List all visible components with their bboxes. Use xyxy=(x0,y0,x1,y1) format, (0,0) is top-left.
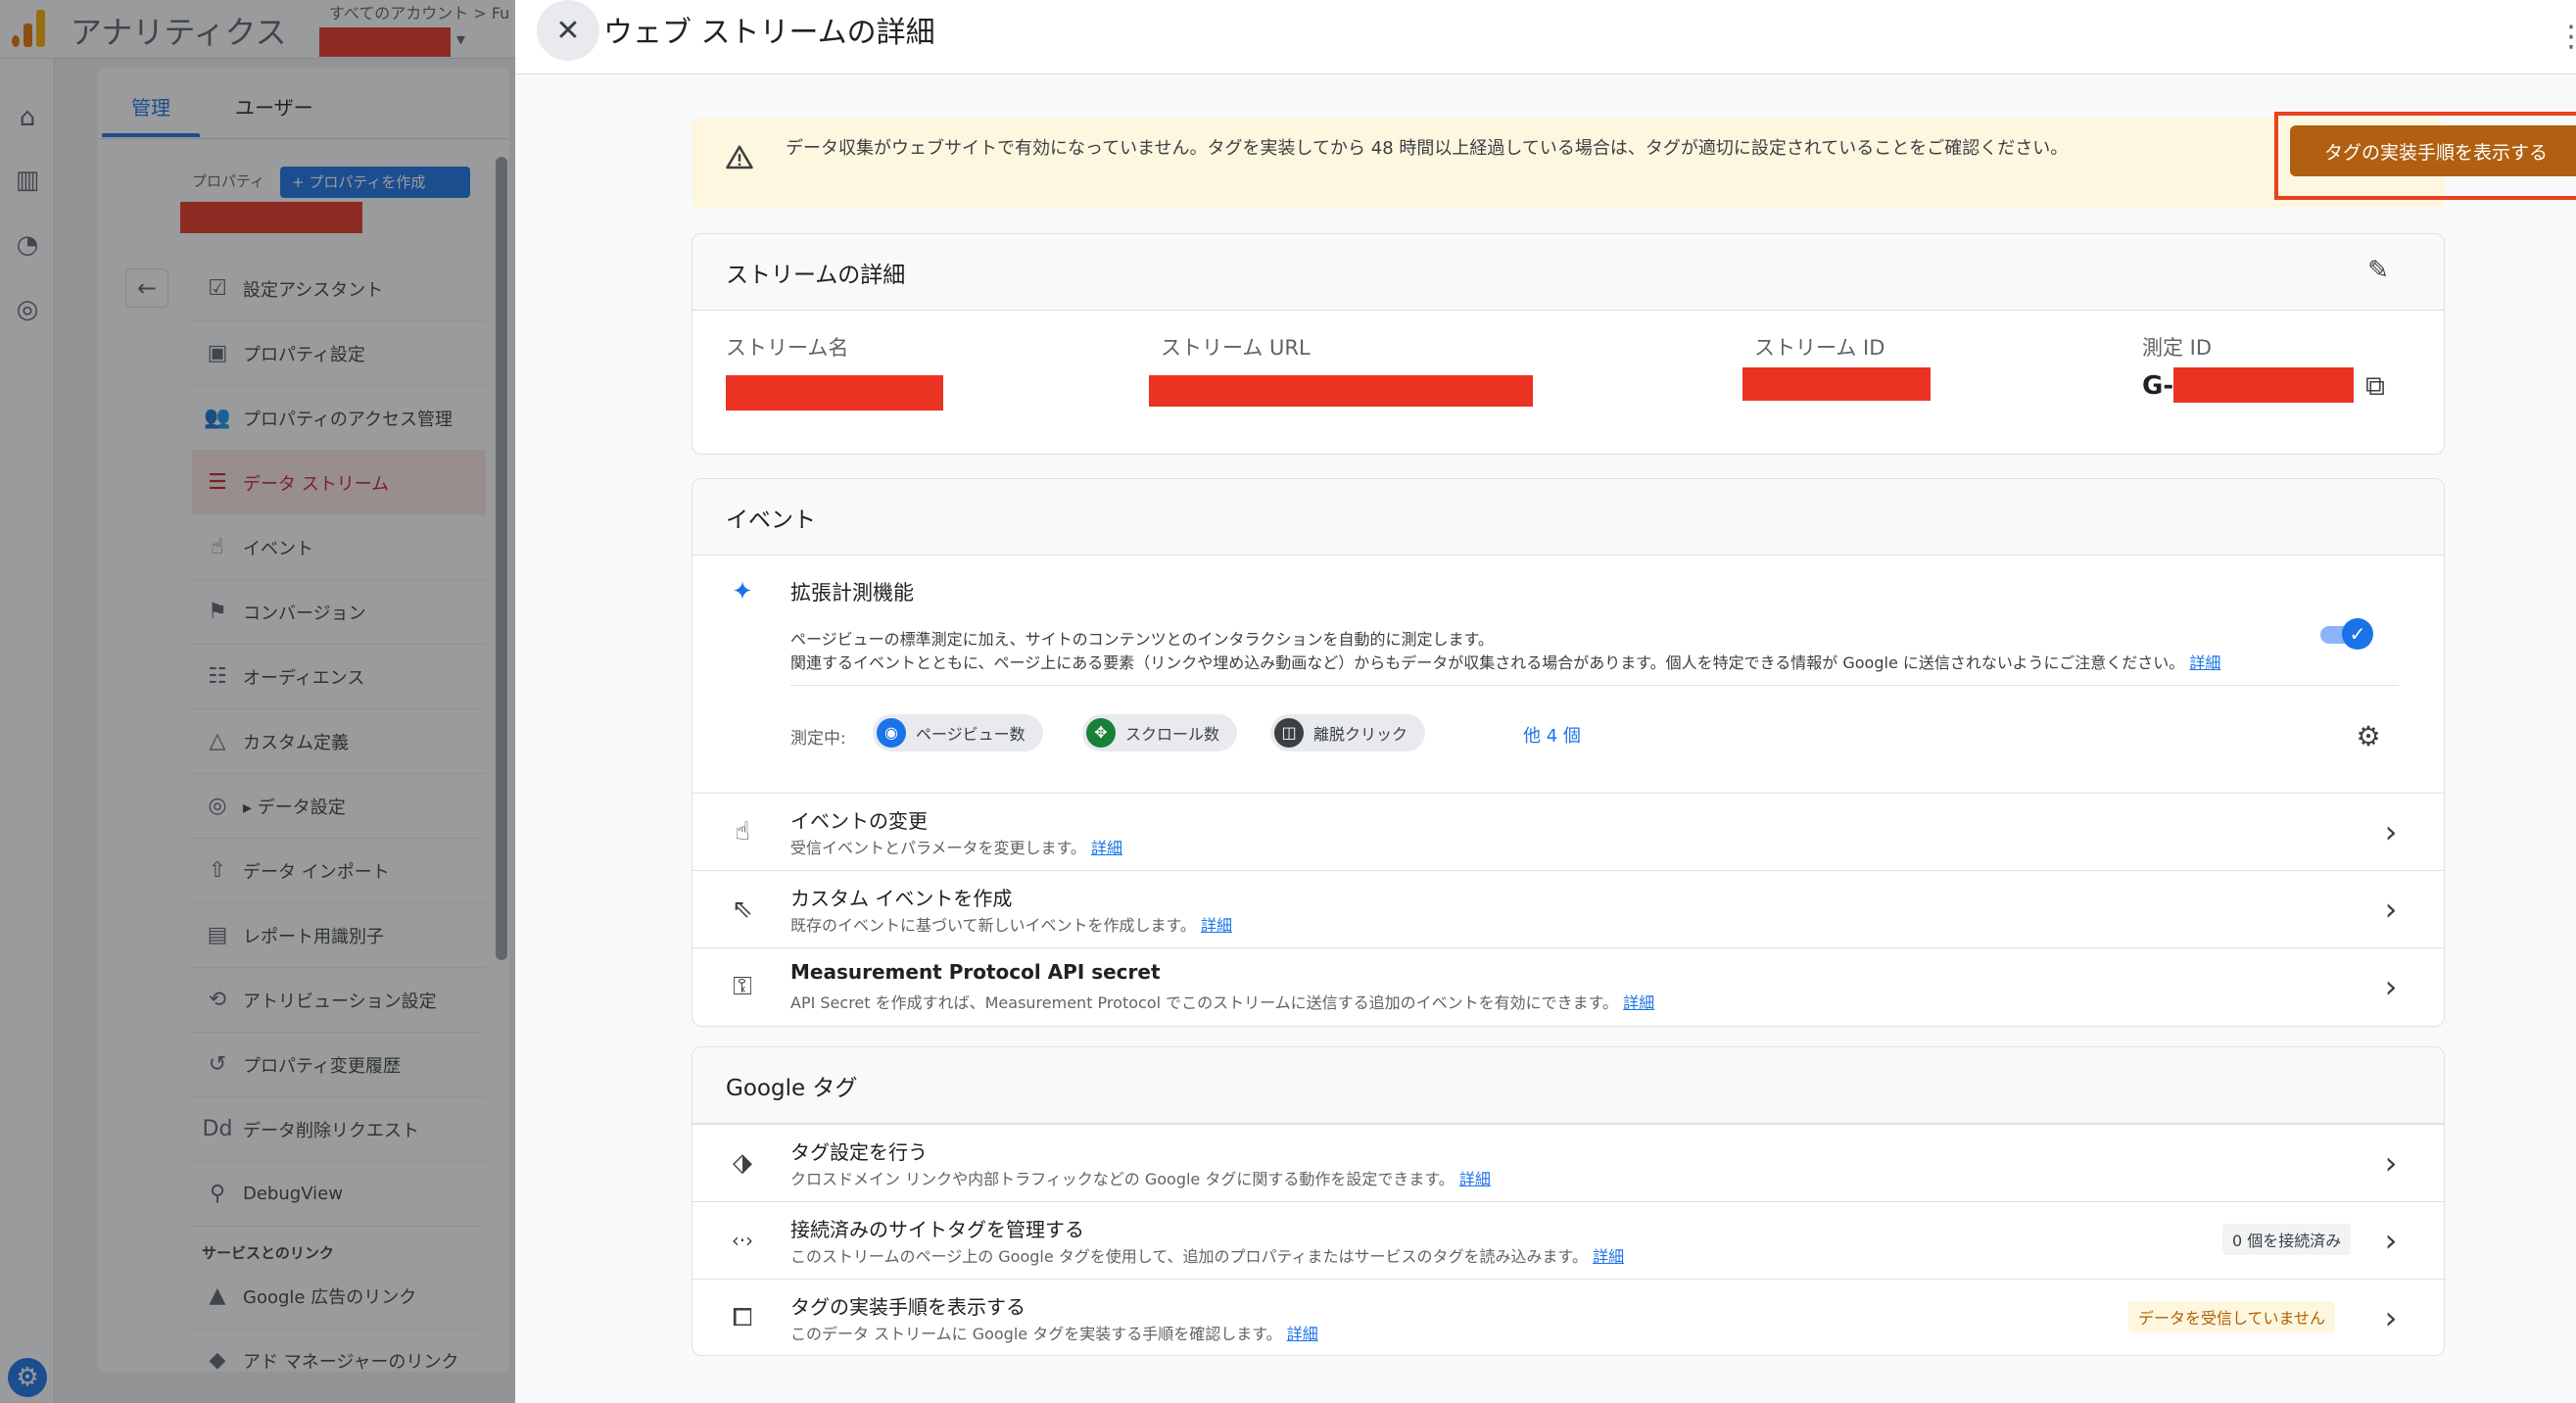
manage-connected-tags-detail-link[interactable]: 詳細 xyxy=(1593,1247,1624,1266)
configure-tag-row[interactable]: ⬗ タグ設定を行う クロスドメイン リンクや内部トラフィックなどの Google… xyxy=(692,1124,2444,1201)
key-icon: ⚿ xyxy=(733,972,752,1001)
modify-events-detail-link[interactable]: 詳細 xyxy=(1091,839,1122,857)
chevron-right-icon[interactable]: › xyxy=(2379,1301,2403,1334)
enhanced-settings-gear-icon[interactable]: ⚙ xyxy=(2352,720,2385,753)
edit-pencil-icon[interactable]: ✎ xyxy=(2361,256,2395,289)
eye-icon: ◉ xyxy=(877,718,906,748)
manage-connected-tags-title: 接続済みのサイトタグを管理する xyxy=(790,1218,1084,1241)
measurement-id-prefix: G- xyxy=(2142,371,2174,401)
cursor-click-icon: ⇖ xyxy=(732,895,753,924)
configure-tag-detail-link[interactable]: 詳細 xyxy=(1459,1170,1491,1188)
stream-id-field: ストリーム ID xyxy=(1754,332,1884,362)
chip-scrolls[interactable]: ✥ スクロール数 xyxy=(1082,714,1238,751)
warning-icon xyxy=(726,145,753,169)
events-card: イベント ✦ 拡張計測機能 ページビューの標準測定に加え、サイトのコンテンツとの… xyxy=(692,478,2445,1027)
events-header: イベント xyxy=(692,479,2444,556)
drawer-header: ✕ ウェブ ストリームの詳細 ⋮ xyxy=(515,0,2576,74)
chevron-right-icon[interactable]: › xyxy=(2379,1146,2403,1180)
stream-name-field: ストリーム名 xyxy=(726,332,848,362)
mouse-icon: ◫ xyxy=(1274,718,1304,748)
view-tag-instructions-row[interactable]: ⧠ タグの実装手順を表示する このデータ ストリームに Google タグを実装… xyxy=(692,1279,2444,1355)
chevron-right-icon[interactable]: › xyxy=(2379,1224,2403,1257)
modify-events-description: 受信イベントとパラメータを変更します。 詳細 xyxy=(790,839,1123,857)
enhanced-measurement-toggle[interactable]: ✓ xyxy=(2320,616,2375,652)
configure-tag-title: タグ設定を行う xyxy=(790,1140,928,1164)
create-custom-event-row[interactable]: ⇖ カスタム イベントを作成 既存のイベントに基づいて新しいイベントを作成します… xyxy=(692,870,2444,947)
view-tag-instructions-detail-link[interactable]: 詳細 xyxy=(1287,1325,1318,1343)
measurement-protocol-description: API Secret を作成すれば、Measurement Protocol で… xyxy=(790,993,1655,1012)
measurement-protocol-detail-link[interactable]: 詳細 xyxy=(1623,993,1654,1012)
scroll-icon: ✥ xyxy=(1086,718,1116,748)
create-custom-event-detail-link[interactable]: 詳細 xyxy=(1201,916,1232,935)
stream-url-label: ストリーム URL xyxy=(1161,336,1311,360)
google-tag-card: Google タグ ⬗ タグ設定を行う クロスドメイン リンクや内部トラフィック… xyxy=(692,1046,2445,1356)
enhanced-divider xyxy=(790,685,2399,686)
create-custom-event-title: カスタム イベントを作成 xyxy=(790,887,1013,910)
chip-outbound-clicks[interactable]: ◫ 離脱クリック xyxy=(1270,714,1426,751)
redacted-stream-url xyxy=(1149,375,1533,407)
stream-url-field: ストリーム URL xyxy=(1161,332,1311,362)
manage-connected-tags-description: このストリームのページ上の Google タグを使用して、追加のプロパティまたは… xyxy=(790,1247,1625,1266)
data-collection-warning: データ収集がウェブサイトで有効になっていません。タグを実装してから 48 時間以… xyxy=(692,112,2576,208)
sparkle-icon: ✦ xyxy=(732,577,753,606)
stream-name-label: ストリーム名 xyxy=(726,336,849,360)
chevron-right-icon[interactable]: › xyxy=(2379,815,2403,848)
more-events-link[interactable]: 他 4 個 xyxy=(1523,722,1581,748)
installation-icon: ⧠ xyxy=(732,1303,753,1332)
chevron-right-icon[interactable]: › xyxy=(2379,893,2403,926)
close-icon: ✕ xyxy=(555,13,581,48)
web-stream-details-drawer: ✕ ウェブ ストリームの詳細 ⋮ データ収集がウェブサイトで有効になっていません… xyxy=(515,0,2576,1403)
more-vert-icon[interactable]: ⋮ xyxy=(2556,18,2576,57)
redacted-stream-id xyxy=(1742,367,1931,401)
stream-details-title: ストリームの詳細 xyxy=(726,263,906,288)
view-tag-instructions-button[interactable]: タグの実装手順を表示する xyxy=(2290,125,2576,176)
create-custom-event-description: 既存のイベントに基づいて新しいイベントを作成します。 詳細 xyxy=(790,916,1233,935)
redacted-stream-name xyxy=(726,375,943,411)
stream-details-header: ストリームの詳細 ✎ xyxy=(692,234,2444,311)
measurement-protocol-title: Measurement Protocol API secret xyxy=(790,960,1161,984)
modify-events-title: イベントの変更 xyxy=(790,809,928,833)
measurement-protocol-row[interactable]: ⚿ Measurement Protocol API secret API Se… xyxy=(692,947,2444,1026)
enhanced-measurement-title: 拡張計測機能 xyxy=(790,581,914,605)
chip-page-views[interactable]: ◉ ページビュー数 xyxy=(873,714,1043,751)
manage-connected-tags-row[interactable]: ‹·› 接続済みのサイトタグを管理する このストリームのページ上の Google… xyxy=(692,1201,2444,1279)
drawer-title: ウェブ ストリームの詳細 xyxy=(603,16,935,50)
tag-icon: ⬗ xyxy=(733,1148,752,1178)
copy-icon[interactable]: ⧉ xyxy=(2365,369,2399,403)
check-icon: ✓ xyxy=(2342,618,2373,650)
touch-icon: ☝ xyxy=(735,817,750,847)
redacted-measurement-id xyxy=(2173,367,2354,403)
close-button[interactable]: ✕ xyxy=(537,0,599,61)
enhanced-detail-link[interactable]: 詳細 xyxy=(2189,653,2220,672)
stream-id-label: ストリーム ID xyxy=(1754,336,1885,360)
connected-count-badge: 0 個を接続済み xyxy=(2222,1224,2352,1255)
modify-events-row[interactable]: ☝ イベントの変更 受信イベントとパラメータを変更します。 詳細 › xyxy=(692,793,2444,870)
events-title: イベント xyxy=(726,508,816,533)
view-tag-instructions-description: このデータ ストリームに Google タグを実装する手順を確認します。 詳細 xyxy=(790,1325,1318,1343)
measurement-id-label: 測定 ID xyxy=(2142,336,2213,360)
code-icon: ‹·› xyxy=(731,1229,754,1252)
measurement-id-field: 測定 ID xyxy=(2142,332,2212,362)
view-tag-instructions-title: タグの実装手順を表示する xyxy=(790,1295,1026,1319)
enhanced-measurement-description: ページビューの標準測定に加え、サイトのコンテンツとのインタラクションを自動的に測… xyxy=(790,630,2221,672)
chevron-right-icon[interactable]: › xyxy=(2379,970,2403,1003)
measuring-label: 測定中: xyxy=(790,729,846,749)
google-tag-header: Google タグ xyxy=(692,1047,2444,1124)
configure-tag-description: クロスドメイン リンクや内部トラフィックなどの Google タグに関する動作を… xyxy=(790,1170,1491,1188)
stream-details-card: ストリームの詳細 ✎ ストリーム名 ストリーム URL ストリーム ID 測定 … xyxy=(692,233,2445,455)
google-tag-title: Google タグ xyxy=(726,1076,858,1101)
no-data-status-badge: データを受信していません xyxy=(2128,1301,2336,1332)
warning-text: データ収集がウェブサイトで有効になっていません。タグを実装してから 48 時間以… xyxy=(786,138,2069,159)
